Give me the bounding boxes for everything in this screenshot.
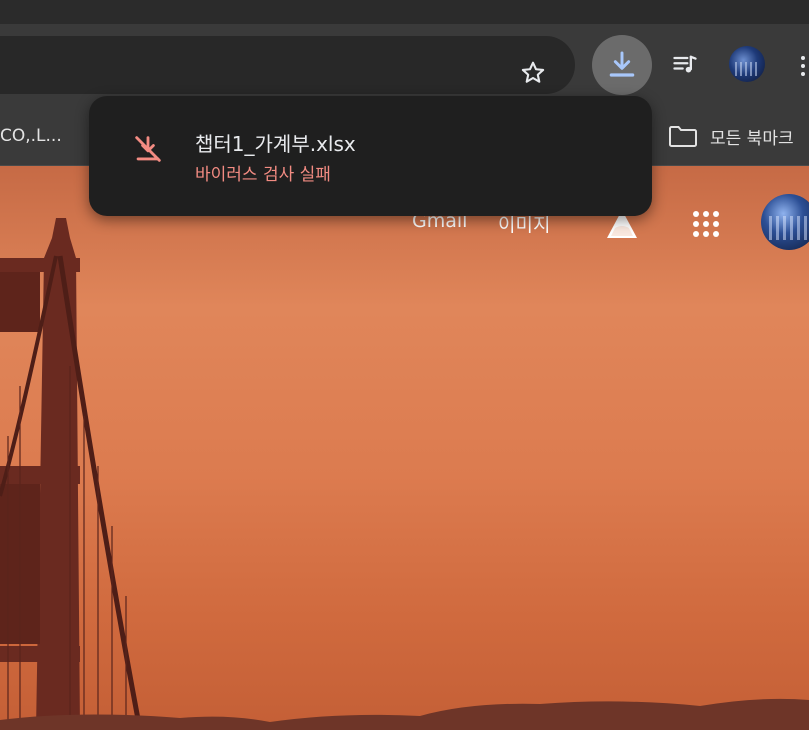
bridge-background-image <box>0 218 143 730</box>
bookmark-item[interactable]: CO,.L... <box>0 119 62 153</box>
profile-avatar[interactable] <box>729 46 765 82</box>
folder-icon <box>669 126 697 147</box>
hills-background-image <box>0 698 809 730</box>
menu-dot-icon <box>801 64 805 68</box>
star-icon <box>521 61 545 83</box>
download-file-name[interactable]: 챕터1_가계부.xlsx <box>195 128 356 157</box>
apps-grid-icon <box>693 211 719 237</box>
tab-strip <box>0 0 809 24</box>
address-bar[interactable] <box>0 36 575 94</box>
media-controls-button[interactable] <box>664 44 706 86</box>
folder-label: 모든 북마크 <box>710 128 794 149</box>
browser-menu-button[interactable] <box>796 48 809 84</box>
menu-dot-icon <box>801 72 805 76</box>
downloads-button[interactable] <box>592 35 652 95</box>
download-blocked-icon <box>135 136 161 162</box>
all-bookmarks-folder[interactable]: 모든 북마크 <box>668 116 794 156</box>
google-apps-button[interactable] <box>688 206 724 242</box>
account-avatar[interactable] <box>761 194 809 250</box>
download-status: 바이러스 검사 실패 <box>195 165 331 185</box>
menu-dot-icon <box>801 56 805 60</box>
bookmark-item-label: CO,.L... <box>0 126 62 146</box>
browser-window: CO,.L... 모든 북마크 Gmail 이미지 챕터1_가계부.xlsx 바… <box>0 0 809 730</box>
download-bubble: 챕터1_가계부.xlsx 바이러스 검사 실패 <box>89 96 652 216</box>
new-tab-page: Gmail 이미지 <box>0 166 809 730</box>
media-queue-icon <box>673 55 697 73</box>
bookmark-star-button[interactable] <box>512 52 554 94</box>
download-icon <box>609 51 635 77</box>
